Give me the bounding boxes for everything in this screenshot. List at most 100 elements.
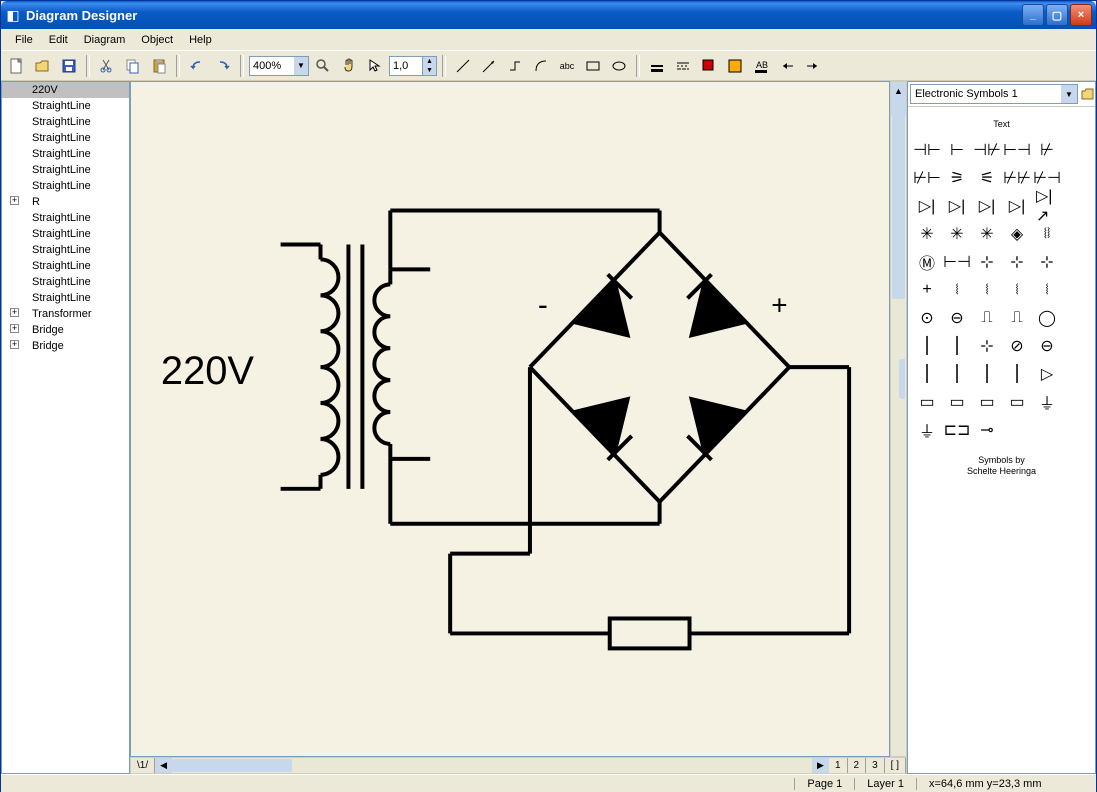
open-button[interactable] bbox=[31, 54, 55, 78]
rect-tool[interactable] bbox=[581, 54, 605, 78]
symbol-item[interactable]: ⎮ bbox=[1006, 363, 1028, 385]
tree-item[interactable]: StraightLine bbox=[2, 178, 129, 194]
symbol-item[interactable]: ⊬ bbox=[1036, 139, 1058, 161]
select-tool-button[interactable] bbox=[363, 54, 387, 78]
scroll-left[interactable]: ◀ bbox=[155, 758, 172, 773]
tree-item[interactable]: StraightLine bbox=[2, 210, 129, 226]
menu-help[interactable]: Help bbox=[181, 32, 220, 48]
scroll-up[interactable]: ▲ bbox=[891, 82, 906, 99]
tree-item[interactable]: +R bbox=[2, 194, 129, 210]
expand-icon[interactable]: + bbox=[10, 324, 19, 333]
canvas[interactable]: 220V - + bbox=[130, 81, 890, 757]
tree-item[interactable]: StraightLine bbox=[2, 162, 129, 178]
line-color-button[interactable] bbox=[645, 54, 669, 78]
tree-item[interactable]: +Transformer bbox=[2, 306, 129, 322]
horizontal-scrollbar[interactable]: ◀ ▶ bbox=[155, 758, 829, 773]
menu-diagram[interactable]: Diagram bbox=[76, 32, 134, 48]
symbol-item[interactable]: ⎮ bbox=[946, 335, 968, 357]
symbol-bridge[interactable]: ◈ bbox=[1006, 223, 1028, 245]
symbol-item[interactable]: ⊖ bbox=[1036, 335, 1058, 357]
arrow-start-button[interactable] bbox=[775, 54, 799, 78]
menu-edit[interactable]: Edit bbox=[41, 32, 76, 48]
page-tab[interactable]: 3 bbox=[866, 758, 885, 773]
tree-item[interactable]: 220V bbox=[2, 82, 129, 98]
symbol-item[interactable]: ⚞ bbox=[946, 167, 968, 189]
stroke-width-spinner[interactable]: ▲▼ bbox=[389, 56, 437, 76]
symbol-item[interactable]: ⊹ bbox=[976, 251, 998, 273]
symbol-item[interactable]: ✳ bbox=[976, 223, 998, 245]
tree-item[interactable]: StraightLine bbox=[2, 226, 129, 242]
symbol-item[interactable]: ⊣⊬ bbox=[976, 139, 998, 161]
new-button[interactable] bbox=[5, 54, 29, 78]
tree-item[interactable]: +Bridge bbox=[2, 338, 129, 354]
close-button[interactable]: × bbox=[1070, 4, 1092, 26]
line-tool[interactable] bbox=[451, 54, 475, 78]
symbol-ground[interactable]: ⏚ bbox=[1036, 391, 1058, 413]
scroll-thumb[interactable] bbox=[172, 759, 292, 772]
symbol-gate[interactable]: ▭ bbox=[916, 391, 938, 413]
paste-button[interactable] bbox=[147, 54, 171, 78]
symbol-item[interactable]: ⊬⊬ bbox=[1006, 167, 1028, 189]
tree-item[interactable]: StraightLine bbox=[2, 274, 129, 290]
stroke-input[interactable] bbox=[390, 60, 422, 72]
library-open-button[interactable] bbox=[1080, 84, 1096, 104]
text-color-button[interactable]: AB bbox=[749, 54, 773, 78]
symbol-item[interactable]: ◯ bbox=[1036, 307, 1058, 329]
symbol-item[interactable]: ⊢ bbox=[946, 139, 968, 161]
symbol-diode[interactable]: ▷| bbox=[1006, 195, 1028, 217]
redo-button[interactable] bbox=[211, 54, 235, 78]
symbol-coil[interactable]: ⧙ bbox=[1006, 279, 1028, 301]
symbol-item[interactable]: ✳ bbox=[946, 223, 968, 245]
menu-object[interactable]: Object bbox=[133, 32, 181, 48]
symbol-item[interactable]: ⊹ bbox=[976, 335, 998, 357]
text-tool[interactable]: abc bbox=[555, 54, 579, 78]
vertical-scrollbar[interactable]: ▲ ▼ bbox=[890, 81, 907, 757]
object-tree[interactable]: 220V StraightLine StraightLine StraightL… bbox=[1, 81, 130, 774]
symbol-item[interactable]: ⎮ bbox=[976, 363, 998, 385]
symbol-gate[interactable]: ▭ bbox=[946, 391, 968, 413]
symbol-item[interactable]: ⎍ bbox=[976, 307, 998, 329]
expand-icon[interactable]: + bbox=[10, 340, 19, 349]
symbol-coil[interactable]: ⧙ bbox=[976, 279, 998, 301]
symbol-led[interactable]: ▷|↗ bbox=[1036, 195, 1058, 217]
arrow-end-button[interactable] bbox=[801, 54, 825, 78]
symbol-item[interactable]: ⊣⊢ bbox=[916, 139, 938, 161]
copy-button[interactable] bbox=[121, 54, 145, 78]
midtab[interactable] bbox=[899, 359, 905, 399]
curve-tool[interactable] bbox=[529, 54, 553, 78]
symbol-item[interactable]: ⊘ bbox=[1006, 335, 1028, 357]
symbol-item[interactable]: ⚟ bbox=[976, 167, 998, 189]
save-button[interactable] bbox=[57, 54, 81, 78]
symbol-ground[interactable]: ⏚ bbox=[916, 419, 938, 441]
symbol-text[interactable]: Text bbox=[912, 113, 1091, 135]
tab-start[interactable]: \1/ bbox=[131, 758, 155, 773]
symbol-item[interactable]: ⊬⊢ bbox=[916, 167, 938, 189]
stroke-down[interactable]: ▼ bbox=[422, 66, 436, 75]
symbol-gate[interactable]: ▭ bbox=[976, 391, 998, 413]
symbol-item[interactable]: ⊙ bbox=[916, 307, 938, 329]
symbol-motor[interactable]: Ⓜ bbox=[916, 251, 938, 273]
library-combo[interactable]: ▼ bbox=[910, 84, 1078, 104]
minimize-button[interactable]: _ bbox=[1022, 4, 1044, 26]
tree-item[interactable]: +Bridge bbox=[2, 322, 129, 338]
symbol-opamp[interactable]: ▷ bbox=[1036, 363, 1058, 385]
symbol-item[interactable]: ⊸ bbox=[976, 419, 998, 441]
symbol-item[interactable]: ⊖ bbox=[946, 307, 968, 329]
symbol-item[interactable]: ⊏⊐ bbox=[946, 419, 968, 441]
connector-tool[interactable] bbox=[503, 54, 527, 78]
zoom-dropdown[interactable]: ▼ bbox=[294, 57, 308, 75]
symbol-item[interactable]: ⊹ bbox=[1036, 251, 1058, 273]
symbol-gate[interactable]: ▭ bbox=[1006, 391, 1028, 413]
symbol-diode[interactable]: ▷| bbox=[976, 195, 998, 217]
library-input[interactable] bbox=[911, 85, 1061, 103]
arrow-tool[interactable] bbox=[477, 54, 501, 78]
tree-item[interactable]: StraightLine bbox=[2, 98, 129, 114]
tree-item[interactable]: StraightLine bbox=[2, 242, 129, 258]
symbol-diode[interactable]: ▷| bbox=[916, 195, 938, 217]
menu-file[interactable]: File bbox=[7, 32, 41, 48]
symbol-transformer[interactable]: ⧙⧘ bbox=[1036, 223, 1058, 245]
pan-tool-button[interactable] bbox=[337, 54, 361, 78]
scroll-thumb[interactable] bbox=[892, 99, 905, 299]
scroll-right[interactable]: ▶ bbox=[812, 758, 829, 773]
tree-item[interactable]: StraightLine bbox=[2, 130, 129, 146]
